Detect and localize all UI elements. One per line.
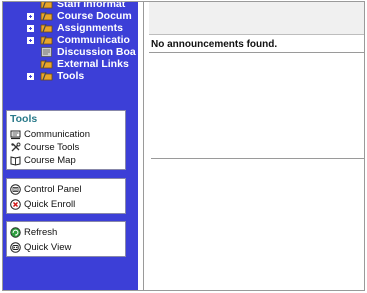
- expand-icon[interactable]: [27, 12, 34, 20]
- announcements-content: No announcements found.: [149, 2, 364, 290]
- refresh-label: Refresh: [24, 227, 58, 238]
- discussion-board-icon: [41, 47, 52, 57]
- folder-icon: [40, 71, 53, 81]
- course-menu-sidebar: Staff Informat Course Docum Assignments …: [3, 2, 138, 290]
- tools-item-communication[interactable]: Communication: [7, 128, 125, 141]
- folder-icon: [40, 11, 53, 21]
- quick-view-label: Quick View: [24, 242, 72, 253]
- tree-item-tools[interactable]: Tools: [3, 70, 138, 82]
- frame-divider-line[interactable]: [143, 2, 144, 290]
- quick-enroll-icon: [10, 199, 21, 210]
- tree-item-label: Staff Informat: [57, 2, 126, 10]
- expand-icon[interactable]: [27, 24, 34, 32]
- tree-item-label: Communicatio: [57, 34, 130, 46]
- control-panel-label: Control Panel: [24, 184, 82, 195]
- tree-item-assignments[interactable]: Assignments: [3, 22, 138, 34]
- window-frame: Staff Informat Course Docum Assignments …: [2, 1, 365, 291]
- tools-item-label: Communication: [24, 129, 90, 140]
- control-panel-box: Control Panel Quick Enroll: [6, 178, 126, 214]
- tree-item-label: External Links: [57, 58, 129, 70]
- control-panel-link[interactable]: Control Panel: [7, 182, 125, 197]
- expand-icon[interactable]: [27, 72, 34, 80]
- tree-item-discussion-board[interactable]: Discussion Boa: [3, 46, 138, 58]
- course-map-icon: [10, 156, 21, 166]
- course-menu-tree: Staff Informat Course Docum Assignments …: [3, 2, 138, 82]
- expand-icon[interactable]: [27, 36, 34, 44]
- divider-line: [149, 52, 364, 53]
- tree-item-external-links[interactable]: External Links: [3, 58, 138, 70]
- tools-panel: Tools Communication Course Tools Course …: [6, 110, 126, 170]
- folder-icon: [40, 59, 53, 69]
- quick-view-link[interactable]: Quick View: [7, 240, 125, 255]
- communication-icon: [10, 130, 21, 140]
- tree-item-course-documents[interactable]: Course Docum: [3, 10, 138, 22]
- tree-item-label: Course Docum: [57, 10, 132, 22]
- folder-icon: [40, 35, 53, 45]
- tree-item-label: Assignments: [57, 22, 123, 34]
- tools-item-label: Course Map: [24, 155, 76, 166]
- control-panel-icon: [10, 184, 21, 195]
- tools-item-course-map[interactable]: Course Map: [7, 154, 125, 167]
- view-panel-box: Refresh Quick View: [6, 221, 126, 257]
- folder-icon: [40, 2, 53, 9]
- quick-enroll-label: Quick Enroll: [24, 199, 76, 210]
- tree-item-staff-information[interactable]: Staff Informat: [3, 2, 138, 10]
- refresh-icon: [10, 227, 21, 238]
- quick-view-icon: [10, 242, 21, 253]
- folder-icon: [40, 23, 53, 33]
- quick-enroll-link[interactable]: Quick Enroll: [7, 197, 125, 212]
- tree-item-communication[interactable]: Communicatio: [3, 34, 138, 46]
- divider-line: [151, 158, 364, 159]
- tree-item-label: Discussion Boa: [57, 46, 136, 58]
- empty-announcements-message: No announcements found.: [151, 39, 278, 50]
- tools-panel-title: Tools: [10, 113, 38, 125]
- tools-item-label: Course Tools: [24, 142, 80, 153]
- refresh-link[interactable]: Refresh: [7, 225, 125, 240]
- tools-item-course-tools[interactable]: Course Tools: [7, 141, 125, 154]
- course-tools-icon: [11, 142, 21, 152]
- content-header-bar: [149, 2, 364, 35]
- tree-item-label: Tools: [57, 70, 85, 82]
